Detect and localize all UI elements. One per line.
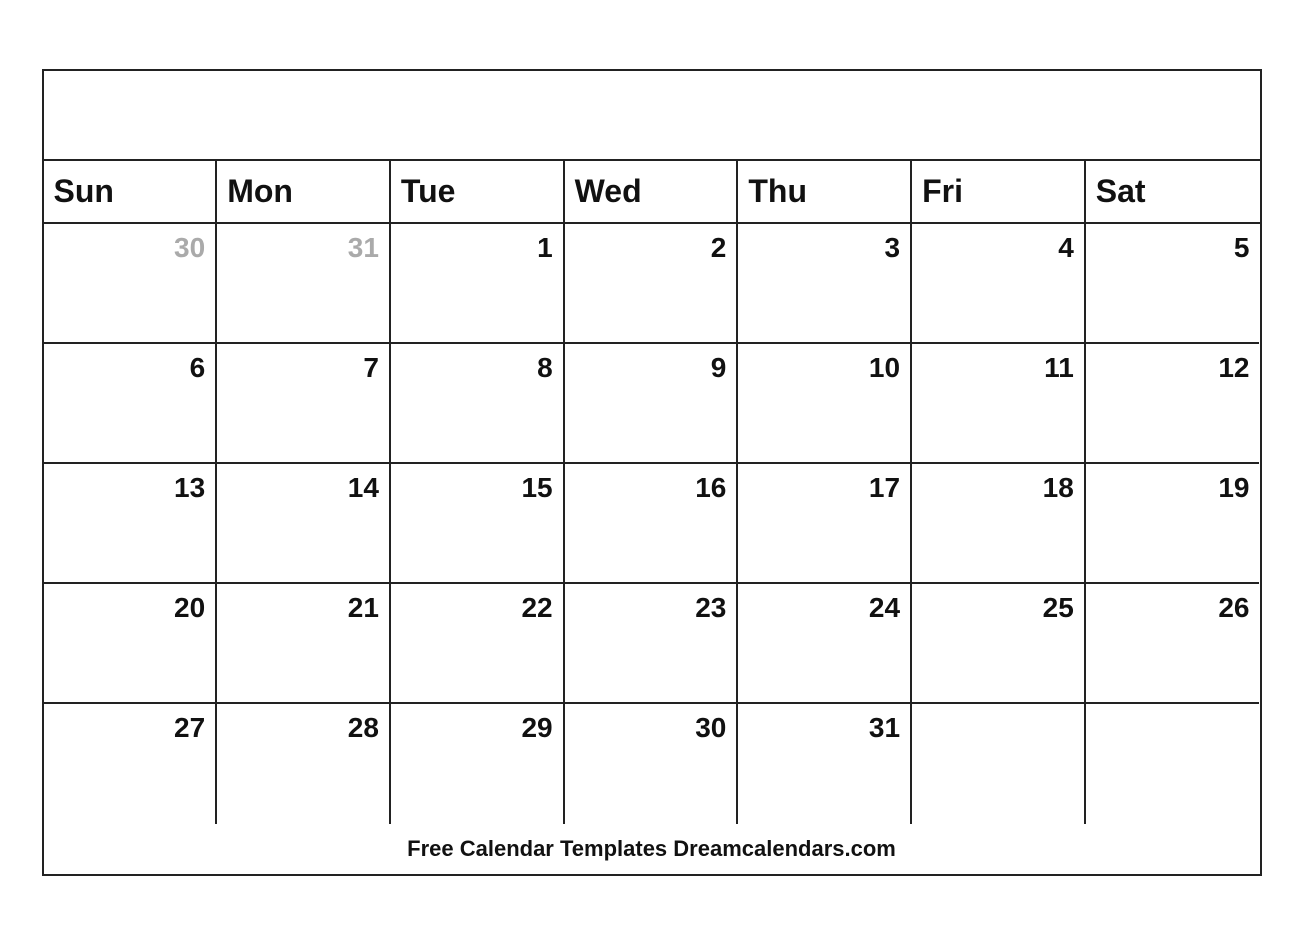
day-cell[interactable]: 27	[44, 704, 218, 824]
day-cell[interactable]	[1086, 704, 1260, 824]
calendar-title-area	[44, 71, 1260, 161]
day-cell[interactable]: 28	[217, 704, 391, 824]
day-cell[interactable]: 19	[1086, 464, 1260, 584]
day-header-fri: Fri	[912, 161, 1086, 222]
day-cell[interactable]: 31	[738, 704, 912, 824]
day-header-mon: Mon	[217, 161, 391, 222]
day-header-wed: Wed	[565, 161, 739, 222]
day-header-sun: Sun	[44, 161, 218, 222]
day-cell[interactable]: 8	[391, 344, 565, 464]
day-cell[interactable]: 18	[912, 464, 1086, 584]
day-cell[interactable]: 14	[217, 464, 391, 584]
day-cell[interactable]: 5	[1086, 224, 1260, 344]
day-cell[interactable]: 22	[391, 584, 565, 704]
day-cell[interactable]: 20	[44, 584, 218, 704]
day-header-sat: Sat	[1086, 161, 1260, 222]
day-cell[interactable]: 9	[565, 344, 739, 464]
day-cell[interactable]: 21	[217, 584, 391, 704]
day-cell[interactable]: 26	[1086, 584, 1260, 704]
day-cell[interactable]: 15	[391, 464, 565, 584]
day-cell[interactable]: 11	[912, 344, 1086, 464]
calendar-footer: Free Calendar Templates Dreamcalendars.c…	[44, 824, 1260, 874]
day-cell[interactable]: 6	[44, 344, 218, 464]
day-cell[interactable]: 30	[565, 704, 739, 824]
calendar: SunMonTueWedThuFriSat 303112345678910111…	[42, 69, 1262, 876]
day-cell[interactable]: 4	[912, 224, 1086, 344]
day-cell[interactable]: 13	[44, 464, 218, 584]
day-cell[interactable]: 30	[44, 224, 218, 344]
day-cell[interactable]: 17	[738, 464, 912, 584]
day-cell[interactable]: 7	[217, 344, 391, 464]
day-cell[interactable]: 16	[565, 464, 739, 584]
day-cell[interactable]: 24	[738, 584, 912, 704]
calendar-grid: 3031123456789101112131415161718192021222…	[44, 224, 1260, 824]
day-header-thu: Thu	[738, 161, 912, 222]
day-cell[interactable]: 3	[738, 224, 912, 344]
day-cell[interactable]: 29	[391, 704, 565, 824]
day-cell[interactable]: 25	[912, 584, 1086, 704]
day-cell[interactable]: 10	[738, 344, 912, 464]
day-cell[interactable]: 12	[1086, 344, 1260, 464]
day-cell[interactable]: 1	[391, 224, 565, 344]
day-header-tue: Tue	[391, 161, 565, 222]
day-cell[interactable]: 2	[565, 224, 739, 344]
calendar-day-headers: SunMonTueWedThuFriSat	[44, 161, 1260, 224]
day-cell[interactable]: 23	[565, 584, 739, 704]
day-cell[interactable]: 31	[217, 224, 391, 344]
day-cell[interactable]	[912, 704, 1086, 824]
